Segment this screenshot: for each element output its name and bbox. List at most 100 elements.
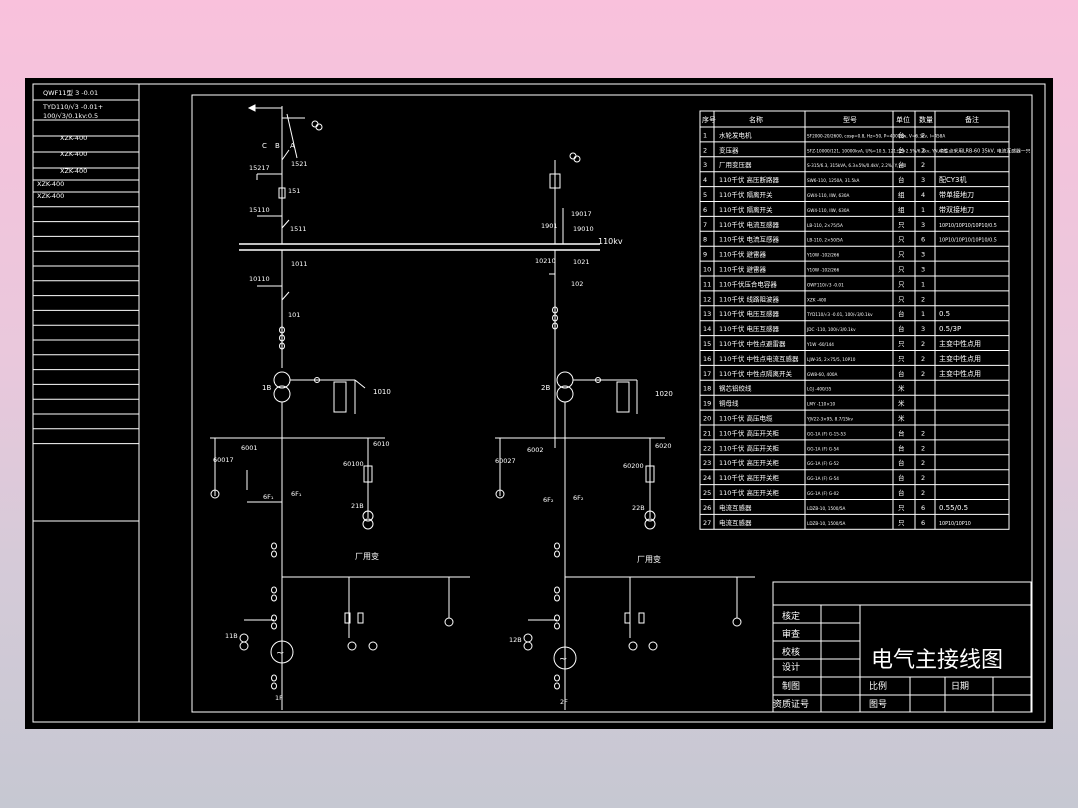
table-cell-r8-c5: 10P10/10P10/10P10/0.5	[939, 238, 997, 244]
label-6010: 6010	[373, 440, 390, 448]
table-cell-r27-c3: 只	[898, 519, 905, 527]
table-header-2: 型号	[843, 115, 857, 124]
table-cell-r25-c2: GG-1A (F) G-02	[807, 491, 839, 496]
label-19017: 19017	[571, 210, 592, 218]
table-cell-r6-c2: GW4-110, IIW, 630A	[807, 208, 849, 213]
table-cell-r23-c4: 2	[921, 459, 925, 467]
table-cell-r12-c0: 12	[703, 295, 711, 303]
table-cell-r4-c2: SW6-110, 1250A, 31.5kA	[807, 178, 860, 183]
table-cell-r13-c0: 13	[703, 310, 711, 318]
table-cell-r2-c0: 2	[703, 146, 707, 154]
table-cell-r23-c1: 110千伏 高压开关柜	[719, 458, 779, 467]
table-cell-r14-c0: 14	[703, 325, 711, 333]
table-cell-r21-c2: GG-1A (F) G-15-53	[807, 431, 846, 436]
label-1021: 1021	[573, 258, 590, 266]
table-cell-r2-c2: SFZ-10000/121, 10000kvA, U%=10.5, 121±2×…	[807, 148, 947, 153]
inner-border	[138, 83, 1046, 723]
table-cell-r24-c3: 台	[898, 473, 905, 482]
table-cell-r21-c1: 110千伏 高压开关柜	[719, 428, 779, 437]
table-cell-r8-c0: 8	[703, 236, 707, 244]
table-cell-r13-c5: 0.5	[939, 310, 950, 318]
label-11b: 11B	[225, 632, 238, 640]
equipment-table: 序号 名称 型号 单位 数量 备注1 水轮发电机 SF2000-20/2600, cosφ=0…	[699, 110, 1031, 530]
table-cell-r14-c1: 110千伏 电压互感器	[719, 324, 779, 333]
table-cell-r22-c0: 22	[703, 444, 711, 452]
table-cell-r17-c5: 主变中性点用	[939, 369, 981, 378]
table-cell-r19-c0: 19	[703, 400, 711, 408]
table-cell-r24-c4: 2	[921, 474, 925, 482]
date-label: 日期	[951, 681, 969, 692]
label-2b: 2B	[541, 384, 550, 392]
label-6001: 6001	[241, 444, 258, 452]
label-12b: 12B	[509, 636, 522, 644]
table-header-5: 备注	[965, 115, 979, 124]
table-cell-r18-c3: 米	[898, 384, 905, 393]
table-cell-r8-c1: 110千伏 电流互感器	[719, 235, 779, 244]
label-1011: 1011	[291, 260, 308, 268]
cvt-icon	[311, 120, 319, 128]
table-cell-r26-c5: 0.55/0.5	[939, 504, 968, 512]
table-cell-r4-c0: 4	[703, 176, 707, 184]
table-header-0: 序号	[702, 115, 716, 124]
label-60100: 60100	[343, 460, 364, 468]
table-cell-r24-c0: 24	[703, 474, 711, 482]
table-cell-r15-c4: 2	[921, 340, 925, 348]
table-cell-r20-c3: 米	[898, 414, 905, 423]
table-cell-r27-c5: 10P10/10P10	[939, 521, 971, 527]
table-cell-r3-c0: 3	[703, 161, 707, 169]
table-cell-r16-c0: 16	[703, 355, 711, 363]
title-row-draw: 制图	[782, 680, 800, 692]
label-19010: 19010	[573, 225, 594, 233]
table-cell-r7-c5: 10P10/10P10/10P10/0.5	[939, 223, 997, 229]
unit-2: 19017 1901 19010 10210 1021 102 2B 1020 …	[495, 152, 755, 710]
table-cell-r13-c4: 1	[921, 310, 925, 318]
table-cell-r24-c1: 110千伏 高压开关柜	[719, 473, 779, 482]
table-cell-r25-c4: 2	[921, 489, 925, 497]
label-2f: 2F	[560, 698, 568, 706]
table-cell-r20-c1: 110千伏 高压电缆	[719, 414, 773, 423]
table-cell-r7-c1: 110千伏 电流互感器	[719, 220, 779, 229]
label-60200: 60200	[623, 462, 644, 470]
table-cell-r1-c0: 1	[703, 131, 707, 139]
table-cell-r3-c3: 台	[898, 160, 905, 169]
svg-text:~: ~	[559, 654, 567, 665]
table-cell-r11-c0: 11	[703, 280, 711, 288]
table-cell-r25-c1: 110千伏 高压开关柜	[719, 488, 779, 497]
table-cell-r5-c1: 110千伏 隔离开关	[719, 190, 773, 199]
table-cell-r15-c3: 只	[898, 340, 905, 348]
label-21b: 21B	[351, 502, 364, 510]
table-cell-r5-c0: 5	[703, 191, 707, 199]
sidebar-row-3: XZK-400	[60, 134, 87, 142]
table-cell-r14-c5: 0.5/3P	[939, 325, 961, 333]
table-cell-r16-c5: 主变中性点用	[939, 354, 981, 363]
table-cell-r25-c0: 25	[703, 489, 711, 497]
table-cell-r6-c5: 带双接地刀	[939, 205, 974, 214]
label-60017: 60017	[213, 456, 234, 464]
table-cell-r23-c3: 台	[898, 458, 905, 467]
table-cell-r27-c2: LDZB-10, 1500/5A	[807, 521, 846, 526]
unit-1: C B A 1521 15217 151 15110 1511 1011 101…	[210, 104, 470, 710]
label-15110: 15110	[249, 206, 270, 214]
table-cell-r27-c1: 电流互感器	[719, 518, 752, 527]
table-cell-r4-c4: 3	[921, 176, 925, 184]
table-cell-r21-c4: 2	[921, 429, 925, 437]
table-cell-r15-c5: 主变中性点用	[939, 339, 981, 348]
label-101: 101	[288, 311, 300, 319]
table-cell-r21-c3: 台	[898, 428, 905, 437]
table-cell-r18-c1: 钢芯铝绞线	[719, 384, 752, 393]
label-22b: 22B	[632, 504, 645, 512]
table-cell-r7-c0: 7	[703, 221, 707, 229]
label-6002: 6002	[527, 446, 544, 454]
table-cell-r1-c1: 水轮发电机	[719, 130, 752, 139]
table-cell-r14-c2: JDC -110, 100/√3/0.1kv	[806, 327, 856, 332]
drawing-no-label: 图号	[869, 699, 887, 710]
table-cell-r6-c4: 1	[921, 206, 925, 214]
table-cell-r27-c0: 27	[703, 519, 711, 527]
table-cell-r16-c1: 110千伏 中性点电流互感器	[719, 354, 799, 363]
table-cell-r7-c2: LB-110, 2×75/5A	[807, 223, 843, 228]
table-header-1: 名称	[749, 115, 763, 124]
sidebar-strip: QWF11型 3 -0.01 TYD110/√3 -0.01+100/√3/0.1…	[33, 88, 139, 522]
disconnector-icon	[281, 149, 290, 161]
table-cell-r12-c2: XZK -400	[807, 297, 827, 302]
table-cell-r23-c0: 23	[703, 459, 711, 467]
